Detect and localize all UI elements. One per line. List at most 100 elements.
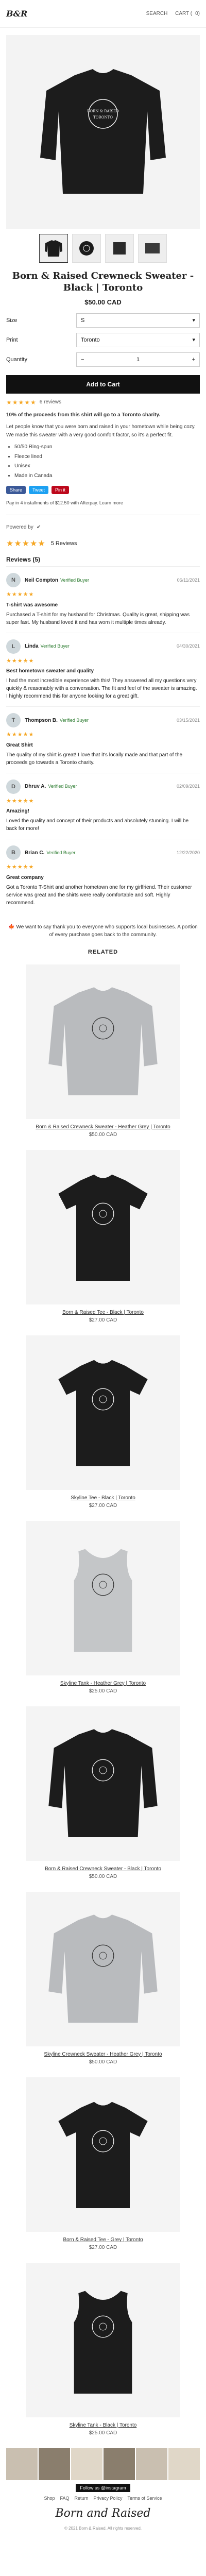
twitter-share-button[interactable]: Tweet	[29, 486, 49, 495]
review-summary[interactable]: ★★★★★ 6 reviews	[6, 399, 200, 406]
footer-link[interactable]: Return	[74, 2496, 88, 2501]
product-card-price: $25.00 CAD	[89, 2430, 117, 2436]
review-body: Purchased a T-shirt for my husband for C…	[6, 612, 190, 625]
product-card-title[interactable]: Skyline Tank - Heather Grey | Toronto	[26, 1681, 180, 1686]
instagram-photo[interactable]	[104, 2448, 135, 2480]
footer-logo: Born and Raised	[55, 2506, 151, 2520]
header-actions: SEARCH CART (0)	[143, 11, 200, 16]
feature-list: 50/50 Ring-spun Fleece lined Unisex Made…	[14, 443, 200, 480]
leaf-icon: 🍁	[8, 924, 15, 930]
site-logo[interactable]: B&R	[6, 9, 27, 19]
average-text: 5 Reviews	[50, 540, 77, 547]
instagram-photo[interactable]	[136, 2448, 167, 2480]
avatar: D	[6, 779, 21, 794]
footer-link[interactable]: Shop	[44, 2496, 55, 2501]
product-card-title[interactable]: Born & Raised Tee - Grey | Toronto	[26, 2237, 180, 2243]
related-product-card[interactable]: Born & Raised Tee - Grey | Toronto $27.0…	[26, 2077, 180, 2250]
instagram-photo[interactable]	[39, 2448, 70, 2480]
powered-by-label: Powered by	[6, 524, 33, 531]
product-image[interactable]	[26, 1149, 180, 1304]
apparel-image	[48, 987, 158, 1095]
instagram-photo[interactable]	[71, 2448, 102, 2480]
review-count: 6 reviews	[39, 399, 62, 405]
product-price: $50.00 CAD	[84, 298, 122, 306]
review-item: L Linda Verified Buyer 04/30/2021 ★★★★★ B…	[6, 632, 200, 707]
apparel-image	[48, 1729, 158, 1837]
product-card-price: $27.00 CAD	[89, 1502, 117, 1509]
size-select[interactable]: S ▾	[76, 313, 200, 328]
verified-badge: Verified Buyer	[46, 850, 76, 855]
verified-badge: Verified Buyer	[59, 717, 89, 723]
sweater-image: BORN & RAISED TORONTO	[40, 69, 166, 194]
product-image[interactable]	[26, 2262, 180, 2417]
review-body: Got a Toronto T-Shirt and another hometo…	[6, 884, 192, 906]
related-product-card[interactable]: Born & Raised Crewneck Sweater - Black |…	[26, 1706, 180, 1879]
cart-link[interactable]: CART (0)	[172, 11, 200, 16]
review-date: 06/11/2021	[177, 577, 200, 583]
product-card-title[interactable]: Skyline Tank - Black | Toronto	[26, 2422, 180, 2428]
apparel-image	[48, 1914, 158, 2023]
quantity-label: Quantity	[6, 356, 27, 363]
review-title: Best hometown sweater and quality	[6, 668, 94, 674]
facebook-share-button[interactable]: Share	[6, 486, 26, 495]
apparel-image	[58, 1360, 148, 1466]
review-body: I had the most incredible experience wit…	[6, 678, 197, 700]
instagram-photo[interactable]	[168, 2448, 200, 2480]
thumbnail[interactable]	[72, 234, 101, 263]
product-card-price: $27.00 CAD	[89, 1317, 117, 1323]
product-image[interactable]	[26, 1335, 180, 1490]
description-lead: 10% of the proceeds from this shirt will…	[6, 412, 161, 418]
product-image[interactable]	[26, 2077, 180, 2232]
related-product-card[interactable]: Skyline Tee - Black | Toronto $27.00 CAD	[26, 1335, 180, 1509]
product-card-title[interactable]: Born & Raised Tee - Black | Toronto	[26, 1310, 180, 1315]
avatar: L	[6, 639, 21, 654]
apparel-image	[58, 2102, 148, 2208]
thumbnail[interactable]	[105, 234, 134, 263]
thumbnail[interactable]	[39, 234, 68, 263]
thumbnail[interactable]	[138, 234, 167, 263]
review-list: N Neil Compton Verified Buyer 06/11/2021 …	[6, 566, 200, 913]
instagram-photo[interactable]	[6, 2448, 38, 2480]
add-to-cart-button[interactable]: Add to Cart	[6, 375, 200, 394]
review-item: N Neil Compton Verified Buyer 06/11/2021 …	[6, 566, 200, 633]
related-product-card[interactable]: Skyline Tank - Black | Toronto $25.00 CA…	[26, 2262, 180, 2436]
product-image[interactable]	[26, 1706, 180, 1861]
product-image[interactable]	[26, 1520, 180, 1675]
print-select[interactable]: Toronto ▾	[76, 332, 200, 347]
product-image[interactable]	[26, 1891, 180, 2046]
product-card-title[interactable]: Born & Raised Crewneck Sweater - Black |…	[26, 1866, 180, 1872]
verified-badge: Verified Buyer	[40, 643, 70, 649]
product-card-title[interactable]: Skyline Tee - Black | Toronto	[26, 1495, 180, 1501]
footer-link[interactable]: Privacy Policy	[94, 2496, 123, 2501]
product-main-image[interactable]: BORN & RAISED TORONTO	[6, 35, 200, 229]
minus-icon[interactable]: −	[81, 357, 84, 363]
review-date: 02/09/2021	[176, 784, 200, 789]
product-image[interactable]	[26, 964, 180, 1119]
related-product-card[interactable]: Skyline Crewneck Sweater - Heather Grey …	[26, 1891, 180, 2065]
product-thumbnails	[6, 234, 200, 263]
quantity-stepper[interactable]: − 1 +	[76, 352, 200, 367]
related-title: RELATED	[88, 948, 118, 955]
feature-item: Made in Canada	[14, 472, 200, 480]
size-value: S	[81, 317, 85, 324]
plus-icon[interactable]: +	[192, 357, 195, 363]
review-stars: ★★★★★	[6, 657, 35, 664]
avatar: B	[6, 845, 21, 860]
reviewer-name: Dhruv A.	[25, 784, 46, 790]
footer-link[interactable]: FAQ	[60, 2496, 69, 2501]
powered-by: Powered by ✔	[6, 524, 200, 530]
pinterest-share-button[interactable]: Pin it	[52, 486, 70, 495]
verified-badge: Verified Buyer	[60, 577, 90, 583]
related-product-card[interactable]: Born & Raised Crewneck Sweater - Heather…	[26, 964, 180, 1138]
review-stars: ★★★★★	[6, 732, 35, 738]
footer-link[interactable]: Terms of Service	[128, 2496, 162, 2501]
product-card-title[interactable]: Born & Raised Crewneck Sweater - Heather…	[26, 1124, 180, 1130]
related-product-card[interactable]: Skyline Tank - Heather Grey | Toronto $2…	[26, 1520, 180, 1694]
reviews-section-label: Reviews (5)	[6, 556, 41, 564]
follow-instagram-button[interactable]: Follow us @instagram	[76, 2483, 130, 2492]
print-label: Print	[6, 336, 18, 343]
product-card-title[interactable]: Skyline Crewneck Sweater - Heather Grey …	[26, 2052, 180, 2057]
search-link[interactable]: SEARCH	[146, 11, 168, 16]
related-product-card[interactable]: Born & Raised Tee - Black | Toronto $27.…	[26, 1149, 180, 1323]
afterpay-note[interactable]: Pay in 4 installments of $12.50 with Aft…	[6, 500, 200, 505]
